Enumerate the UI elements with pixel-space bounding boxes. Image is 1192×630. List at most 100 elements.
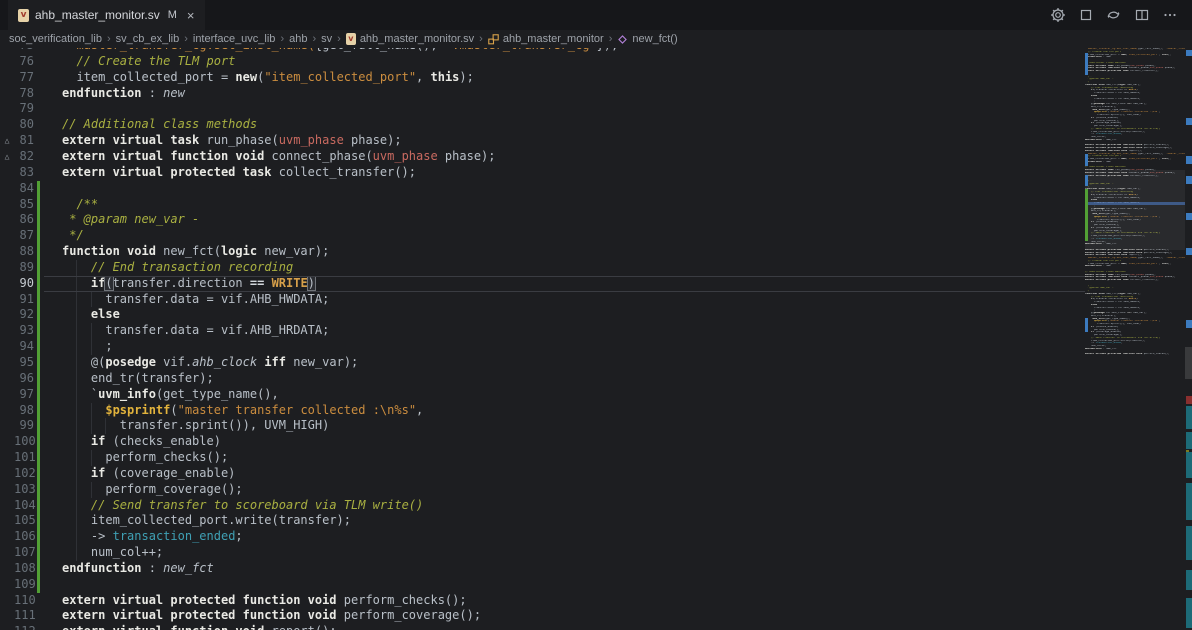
- code-line[interactable]: 88function void new_fct(logic new_var);: [0, 244, 1085, 260]
- line-number[interactable]: 80: [14, 117, 34, 133]
- code-line[interactable]: 80// Additional class methods: [0, 117, 1085, 133]
- code-line[interactable]: 77 item_collected_port = new("item_colle…: [0, 70, 1085, 86]
- line-number[interactable]: 99: [14, 418, 34, 434]
- code-line[interactable]: 104 // Send transfer to scoreboard via T…: [0, 498, 1085, 514]
- line-number[interactable]: 94: [14, 339, 34, 355]
- square-layout-icon[interactable]: [1077, 7, 1094, 24]
- line-number[interactable]: 79: [14, 101, 34, 117]
- line-number[interactable]: 108: [14, 561, 34, 577]
- line-number[interactable]: 110: [14, 593, 34, 609]
- overview-ruler[interactable]: [1185, 48, 1192, 630]
- code-line[interactable]: 92 else: [0, 307, 1085, 323]
- code-editor[interactable]: 75 master_transfer_cg.set_inst_name({get…: [0, 48, 1192, 630]
- line-number[interactable]: 87: [14, 228, 34, 244]
- breadcrumb-item-sv-cb-ex-lib[interactable]: sv_cb_ex_lib: [116, 33, 180, 45]
- line-number[interactable]: 107: [14, 545, 34, 561]
- code-line[interactable]: 108endfunction : new_fct: [0, 561, 1085, 577]
- tab-ahb-master-monitor[interactable]: v ahb_master_monitor.sv M ×: [8, 0, 205, 30]
- line-number[interactable]: 104: [14, 498, 34, 514]
- glyph-margin: [0, 355, 14, 371]
- breadcrumb-item-new-fct-[interactable]: new_fct(): [617, 33, 677, 45]
- breadcrumb-item-sv[interactable]: sv: [321, 33, 332, 45]
- code-line[interactable]: △82extern virtual function void connect_…: [0, 149, 1085, 165]
- line-number[interactable]: 102: [14, 466, 34, 482]
- code-line[interactable]: 86 * @param new_var -: [0, 212, 1085, 228]
- more-actions-icon[interactable]: [1161, 7, 1178, 24]
- line-number[interactable]: 76: [14, 54, 34, 70]
- code-line[interactable]: 76 // Create the TLM port: [0, 54, 1085, 70]
- line-number[interactable]: 88: [14, 244, 34, 260]
- gutter: [37, 133, 40, 149]
- line-number[interactable]: 93: [14, 323, 34, 339]
- code-line[interactable]: 95 @(posedge vif.ahb_clock iff new_var);: [0, 355, 1085, 371]
- code-line[interactable]: 101 perform_checks();: [0, 450, 1085, 466]
- settings-gear-icon[interactable]: [1049, 7, 1066, 24]
- line-number[interactable]: 83: [14, 165, 34, 181]
- line-number[interactable]: 103: [14, 482, 34, 498]
- line-number[interactable]: 105: [14, 513, 34, 529]
- line-number[interactable]: 95: [14, 355, 34, 371]
- line-number[interactable]: 86: [14, 212, 34, 228]
- line-number[interactable]: 77: [14, 70, 34, 86]
- line-number[interactable]: 90: [14, 276, 34, 292]
- line-number[interactable]: 112: [14, 624, 34, 630]
- line-number[interactable]: 91: [14, 292, 34, 308]
- line-number[interactable]: 89: [14, 260, 34, 276]
- code-line[interactable]: 99 transfer.sprint()), UVM_HIGH): [0, 418, 1085, 434]
- breadcrumb-item-ahb-master-monitor[interactable]: ahb_master_monitor: [488, 33, 604, 45]
- code-line[interactable]: 106 -> transaction_ended;: [0, 529, 1085, 545]
- code-line[interactable]: 111extern virtual protected function voi…: [0, 608, 1085, 624]
- minimap[interactable]: master_transfer_cg.set_inst_name({get_fu…: [1085, 48, 1185, 355]
- code-line[interactable]: 98 $psprintf("master transfer collected …: [0, 403, 1085, 419]
- code-line[interactable]: 96 end_tr(transfer);: [0, 371, 1085, 387]
- line-number[interactable]: 101: [14, 450, 34, 466]
- breadcrumb-item-interface-uvc-lib[interactable]: interface_uvc_lib: [193, 33, 276, 45]
- code-line[interactable]: 105 item_collected_port.write(transfer);: [0, 513, 1085, 529]
- code-text: $psprintf("master transfer collected :\n…: [62, 403, 1085, 419]
- code-text: @(posedge vif.ahb_clock iff new_var);: [62, 355, 1085, 371]
- code-line[interactable]: 112extern virtual function void report()…: [0, 624, 1085, 630]
- line-number[interactable]: 97: [14, 387, 34, 403]
- code-line[interactable]: 110extern virtual protected function voi…: [0, 593, 1085, 609]
- gutter: [37, 54, 40, 70]
- line-number[interactable]: 92: [14, 307, 34, 323]
- line-number[interactable]: 98: [14, 403, 34, 419]
- code-line[interactable]: 94 ;: [0, 339, 1085, 355]
- close-icon[interactable]: ×: [187, 8, 195, 23]
- line-number[interactable]: 100: [14, 434, 34, 450]
- ruler-modified-mark: [1186, 156, 1192, 164]
- code-line[interactable]: 84: [0, 181, 1085, 197]
- code-line[interactable]: 90 if(transfer.direction == WRITE): [0, 276, 1085, 292]
- line-number[interactable]: 81: [14, 133, 34, 149]
- code-line[interactable]: 102 if (coverage_enable): [0, 466, 1085, 482]
- line-number[interactable]: 85: [14, 197, 34, 213]
- code-line[interactable]: 87 */: [0, 228, 1085, 244]
- line-number[interactable]: 96: [14, 371, 34, 387]
- code-line[interactable]: 103 perform_coverage();: [0, 482, 1085, 498]
- code-line[interactable]: 89 // End transaction recording: [0, 260, 1085, 276]
- code-line[interactable]: △81extern virtual task run_phase(uvm_pha…: [0, 133, 1085, 149]
- code-line[interactable]: 91 transfer.data = vif.AHB_HWDATA;: [0, 292, 1085, 308]
- line-number[interactable]: 78: [14, 86, 34, 102]
- code-line[interactable]: 78endfunction : new: [0, 86, 1085, 102]
- code-line[interactable]: 97 `uvm_info(get_type_name(),: [0, 387, 1085, 403]
- compare-changes-icon[interactable]: [1105, 7, 1122, 24]
- code-line[interactable]: 93 transfer.data = vif.AHB_HRDATA;: [0, 323, 1085, 339]
- line-number[interactable]: 84: [14, 181, 34, 197]
- minimap-viewport[interactable]: [1085, 170, 1185, 250]
- breadcrumb-item-ahb-master-monitor-sv[interactable]: vahb_master_monitor.sv: [346, 33, 474, 45]
- line-number[interactable]: 109: [14, 577, 34, 593]
- code-line[interactable]: 83extern virtual protected task collect_…: [0, 165, 1085, 181]
- code-text: // Create the TLM port: [62, 54, 1085, 70]
- code-line[interactable]: 85 /**: [0, 197, 1085, 213]
- split-editor-icon[interactable]: [1133, 7, 1150, 24]
- breadcrumb-item-soc-verification-lib[interactable]: soc_verification_lib: [9, 33, 102, 45]
- line-number[interactable]: 106: [14, 529, 34, 545]
- code-line[interactable]: 107 num_col++;: [0, 545, 1085, 561]
- code-line[interactable]: 79: [0, 101, 1085, 117]
- line-number[interactable]: 111: [14, 608, 34, 624]
- code-line[interactable]: 100 if (checks_enable): [0, 434, 1085, 450]
- code-line[interactable]: 109: [0, 577, 1085, 593]
- line-number[interactable]: 82: [14, 149, 34, 165]
- breadcrumb-item-ahb[interactable]: ahb: [289, 33, 307, 45]
